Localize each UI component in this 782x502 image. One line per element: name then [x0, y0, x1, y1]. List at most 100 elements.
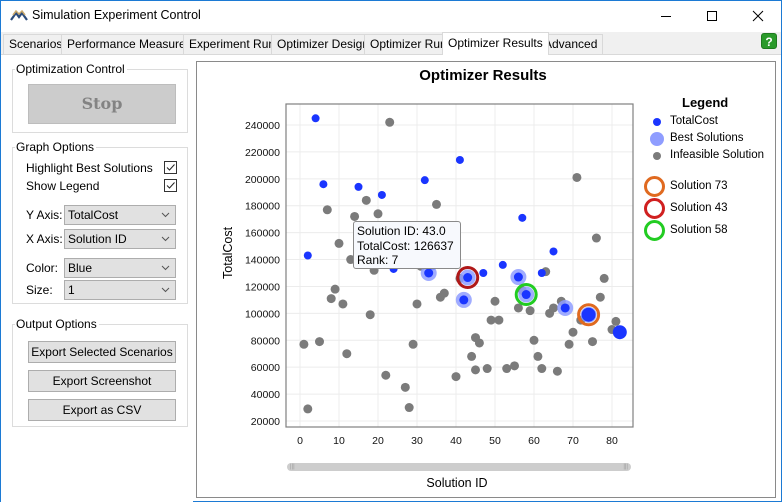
legend-title: Legend [682, 95, 729, 110]
legend-label-totalcost: TotalCost [670, 115, 718, 127]
infeasible-point [408, 339, 418, 349]
tab-optimizer-run[interactable]: Optimizer Run [364, 34, 453, 54]
legend-dot-best [650, 132, 664, 146]
minimize-icon [661, 16, 671, 17]
minimize-button[interactable] [643, 1, 689, 31]
totalcost-point [303, 251, 312, 260]
x-axis-select[interactable]: Solution ID [64, 229, 176, 249]
graph-options-group: Graph Options Highlight Best Solutions S… [12, 140, 188, 304]
tab-optimizer-design[interactable]: Optimizer Design [271, 34, 376, 54]
infeasible-point [611, 316, 621, 326]
infeasible-point [381, 370, 391, 380]
y-tick-label: 180000 [245, 201, 280, 213]
infeasible-point [599, 273, 609, 283]
tooltip-totalcost: TotalCost: 126637 [357, 238, 454, 253]
show-legend-label: Show Legend [26, 179, 100, 193]
legend-ring-solution-43 [644, 198, 665, 219]
infeasible-point [595, 292, 605, 302]
show-legend-checkbox[interactable] [164, 179, 177, 192]
graph-options-label: Graph Options [15, 140, 97, 154]
totalcost-point [420, 176, 429, 185]
totalcost-point [537, 269, 546, 277]
infeasible-point [533, 351, 543, 361]
x-axis-title: Solution ID [426, 476, 488, 490]
y-tick-label: 220000 [245, 147, 280, 159]
infeasible-point [373, 209, 383, 219]
totalcost-point [455, 155, 464, 164]
checkmark-icon [166, 182, 175, 189]
infeasible-point [467, 351, 477, 361]
best-solution-point [424, 268, 434, 278]
chevron-down-icon [161, 287, 170, 293]
best-solution-point [459, 295, 469, 305]
highlight-best-label: Highlight Best Solutions [26, 161, 153, 175]
infeasible-point [451, 372, 461, 382]
infeasible-point [322, 205, 332, 215]
infeasible-point [330, 284, 340, 294]
infeasible-point [365, 310, 375, 320]
chevron-down-icon [161, 236, 170, 242]
y-tick-label: 60000 [251, 362, 280, 374]
color-select[interactable]: Blue [64, 258, 176, 278]
y-tick-label: 240000 [245, 120, 280, 132]
x-tick-label: 60 [528, 435, 540, 447]
export-screenshot-button[interactable]: Export Screenshot [28, 370, 176, 392]
tab-bar: Scenarios Performance Measures Experimen… [1, 32, 781, 55]
chart-frame: Optimizer Results 0 10 20 30 40 50 60 70 80 20000… [196, 61, 776, 498]
legend-label-solution-73: Solution 73 [670, 180, 728, 192]
y-axis-select[interactable]: TotalCost [64, 205, 176, 225]
totalcost-point [498, 260, 507, 269]
infeasible-point [591, 233, 601, 243]
infeasible-point [564, 339, 574, 349]
x-axis-label: X Axis: [26, 232, 63, 246]
tab-optimizer-results[interactable]: Optimizer Results [442, 32, 549, 55]
infeasible-point [549, 303, 558, 313]
help-icon[interactable]: ? [761, 33, 777, 49]
legend-label-best: Best Solutions [670, 132, 744, 144]
x-tick-label: 50 [489, 435, 501, 447]
totalcost-point [518, 213, 527, 222]
tab-performance-measures[interactable]: Performance Measures [61, 34, 198, 54]
scatter-plot[interactable]: 0 10 20 30 40 50 60 70 80 20000 40000 60000 80000 100… [197, 62, 775, 497]
maximize-button[interactable] [689, 1, 735, 31]
infeasible-point [568, 327, 578, 337]
x-axis-scrollbar[interactable]: ||| ||| [287, 463, 631, 471]
maximize-icon [707, 11, 717, 21]
x-tick-label: 80 [606, 435, 618, 447]
output-options-label: Output Options [15, 317, 99, 331]
size-select[interactable]: 1 [64, 280, 176, 300]
y-axis-title: TotalCost [221, 226, 235, 279]
close-button[interactable] [735, 1, 781, 31]
infeasible-point [361, 195, 371, 205]
totalcost-point [479, 269, 488, 277]
optimizer-results-panel: Optimization Control Stop Graph Options … [1, 54, 781, 502]
infeasible-point [315, 337, 324, 347]
y-axis-label: Y Axis: [26, 208, 63, 222]
infeasible-point [537, 364, 547, 374]
y-axis-value: TotalCost [68, 208, 119, 222]
infeasible-point [510, 361, 519, 371]
y-tick-label: 140000 [245, 255, 280, 267]
best-solution-point [521, 290, 531, 300]
tooltip-rank: Rank: 7 [357, 253, 399, 267]
scroll-grip-right[interactable]: ||| [623, 464, 628, 470]
export-selected-scenarios-button[interactable]: Export Selected Scenarios [28, 341, 176, 363]
x-tick-label: 30 [411, 435, 423, 447]
best-solution-point [463, 273, 473, 283]
y-tick-label: 40000 [251, 389, 280, 401]
stop-button[interactable]: Stop [28, 84, 176, 124]
color-value: Blue [68, 261, 93, 275]
tab-experiment-run[interactable]: Experiment Run [183, 34, 282, 54]
y-tick-label: 100000 [245, 308, 280, 320]
infeasible-point [342, 349, 352, 359]
app-window: Simulation Experiment Control Scenarios … [0, 0, 782, 502]
legend-dot-totalcost [653, 118, 661, 126]
infeasible-point [350, 211, 360, 221]
highlight-best-checkbox[interactable] [164, 161, 177, 174]
infeasible-point [486, 315, 496, 325]
y-tick-label: 80000 [251, 335, 280, 347]
infeasible-point [303, 404, 313, 414]
export-csv-button[interactable]: Export as CSV [28, 399, 176, 421]
scroll-grip-left[interactable]: ||| [290, 464, 295, 470]
tab-scenarios[interactable]: Scenarios [3, 34, 69, 54]
